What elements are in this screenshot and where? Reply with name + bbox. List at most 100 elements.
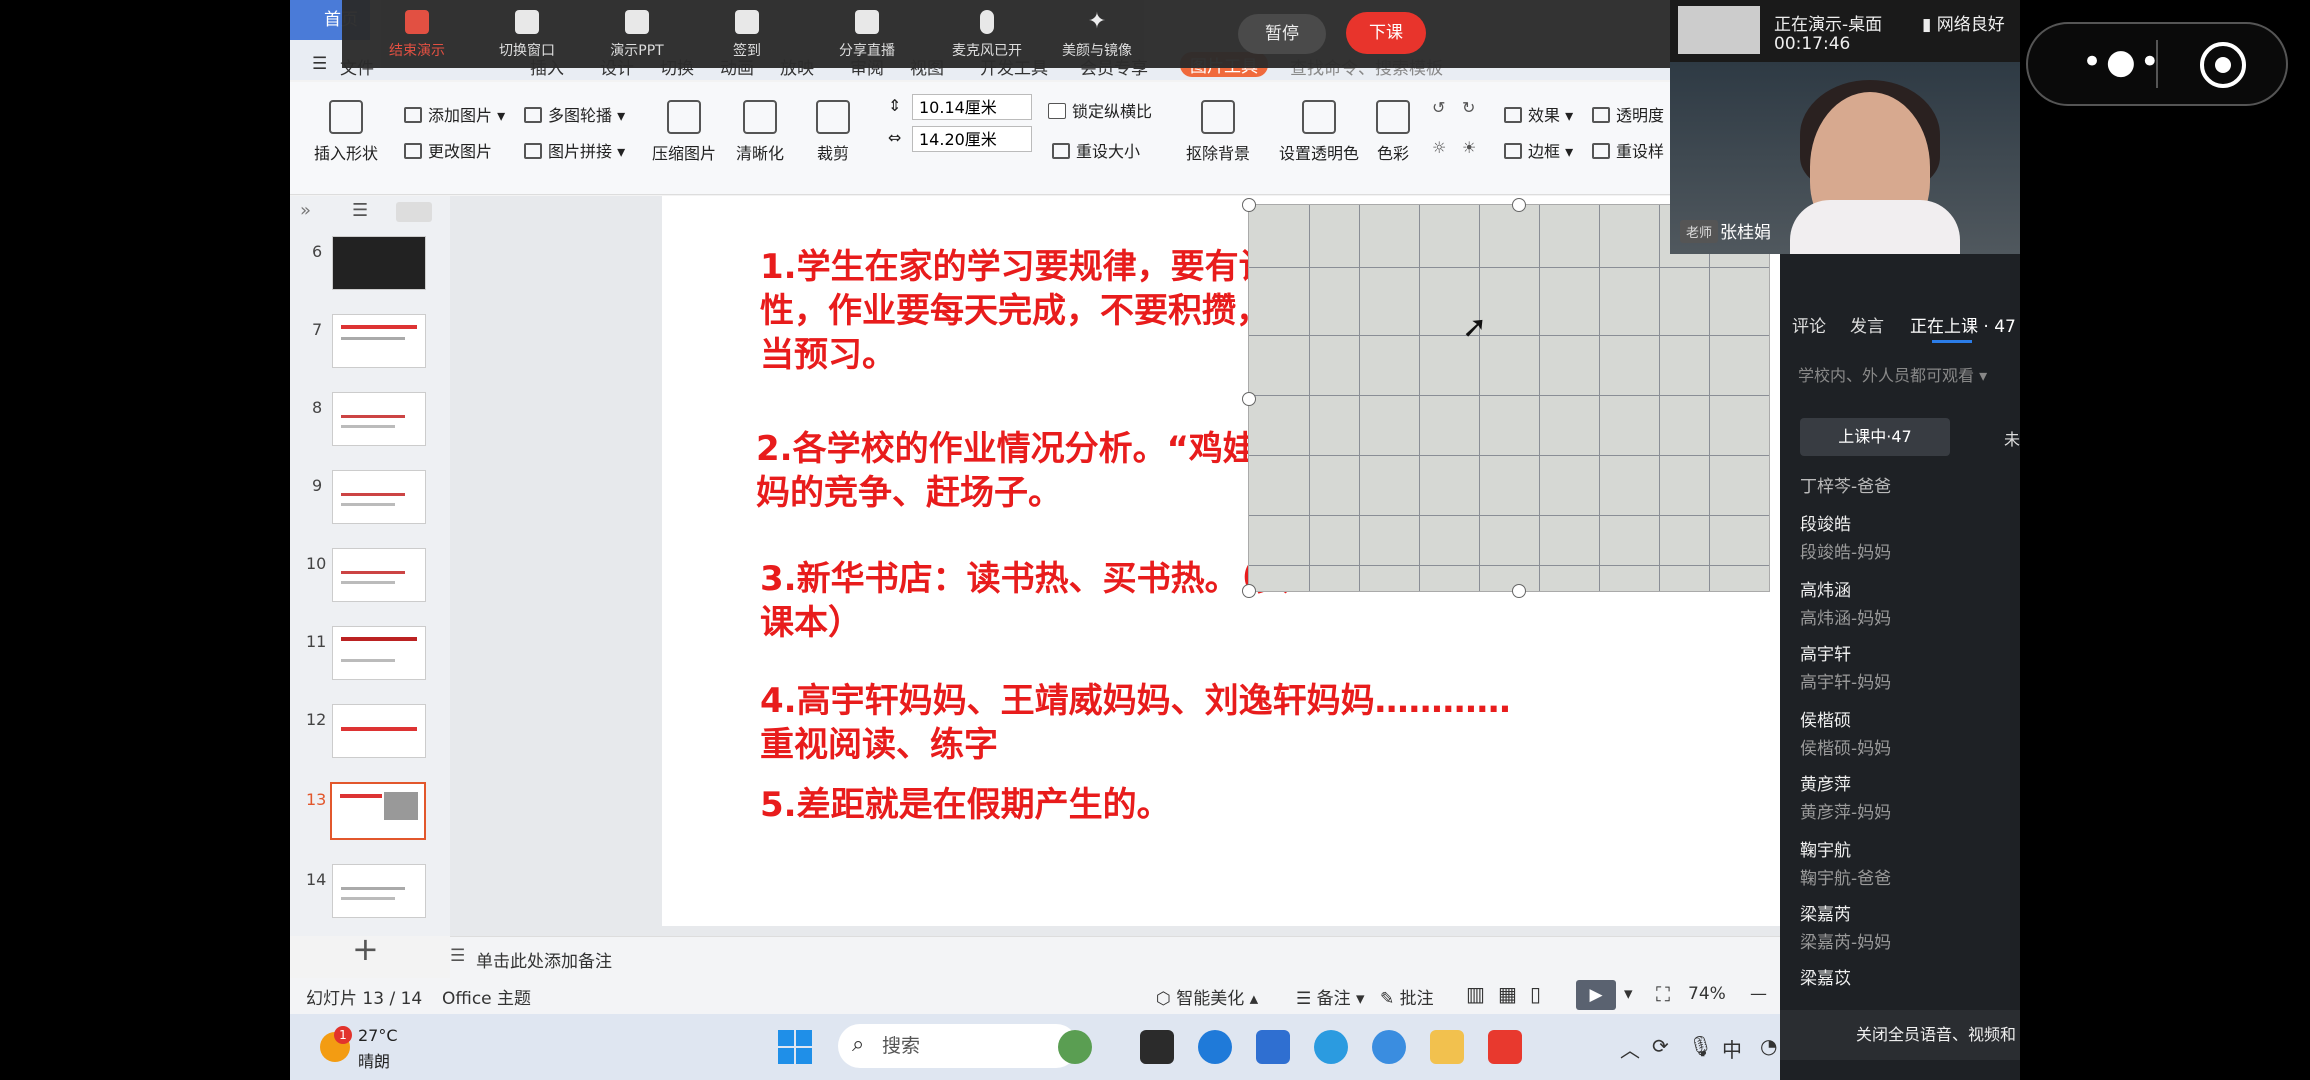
remove-background-button[interactable]: 抠除背景 xyxy=(1178,100,1258,164)
smart-beautify-button[interactable]: ⬡ 智能美化 ▴ xyxy=(1156,984,1258,1009)
slide-text-line[interactable]: 3.新华书店：读书热、买书热。（买 xyxy=(760,556,1290,602)
resize-handle[interactable] xyxy=(1512,584,1526,598)
student-name[interactable]: 高宇轩 xyxy=(1800,640,1851,665)
comments-button[interactable]: ✎ 批注 xyxy=(1380,984,1434,1009)
in-class-filter[interactable]: 上课中·47 xyxy=(1800,418,1950,456)
slide-text-line[interactable]: 5.差距就是在假期产生的。 xyxy=(760,782,1171,828)
picture-collage-button[interactable]: 图片拼接 ▾ xyxy=(524,138,625,162)
slide-thumbnail-8[interactable] xyxy=(332,392,426,446)
lock-ratio-checkbox[interactable]: 锁定纵横比 xyxy=(1048,98,1152,122)
browser-icon[interactable] xyxy=(1314,1030,1348,1064)
crop-button[interactable]: 裁剪 xyxy=(806,100,860,164)
beauty-mirror-button[interactable]: ✦ 美颜与镜像 xyxy=(1042,6,1152,60)
tab-in-class[interactable]: 正在上课 · 47 xyxy=(1910,312,2016,337)
switch-window-button[interactable]: 切换窗口 xyxy=(472,6,582,60)
pause-button[interactable]: 暂停 xyxy=(1238,14,1326,54)
folder-icon[interactable] xyxy=(1430,1030,1464,1064)
network-icon[interactable]: ◔ xyxy=(1760,1034,1777,1058)
effects-button[interactable]: 效果 ▾ xyxy=(1504,102,1573,126)
reset-style-button[interactable]: 重设样 xyxy=(1592,138,1664,162)
microphone-icon[interactable]: 🎙 xyxy=(1688,1034,1713,1058)
slide-text-line[interactable]: 当预习。 xyxy=(760,332,896,378)
more-icon[interactable]: •●• xyxy=(2082,42,2164,82)
landscape-app-icon[interactable] xyxy=(1058,1030,1092,1064)
width-input[interactable]: 10.14厘米 xyxy=(912,94,1032,120)
reset-size-button[interactable]: 重设大小 xyxy=(1052,138,1140,162)
reading-view-icon[interactable]: ▯ xyxy=(1530,982,1541,1006)
close-circle-icon[interactable] xyxy=(2200,42,2246,88)
student-name[interactable]: 段竣皓 xyxy=(1800,510,1851,535)
height-input[interactable]: 14.20厘米 xyxy=(912,126,1032,152)
edge-icon[interactable] xyxy=(1198,1030,1232,1064)
slide-text-line[interactable]: 课本） xyxy=(760,600,862,646)
store-icon[interactable] xyxy=(1256,1030,1290,1064)
student-name[interactable]: 梁嘉芮 xyxy=(1800,900,1851,925)
selected-picture[interactable] xyxy=(1248,204,1770,592)
slide-text-line[interactable]: 重视阅读、练字 xyxy=(760,722,998,768)
resize-handle[interactable] xyxy=(1242,198,1256,212)
resize-handle[interactable] xyxy=(1242,584,1256,598)
add-picture-button[interactable]: 添加图片 ▾ xyxy=(404,102,505,126)
windows-start-icon[interactable] xyxy=(778,1030,812,1064)
thumbnail-view-icon[interactable] xyxy=(396,202,432,222)
student-name[interactable]: 梁嘉苡 xyxy=(1800,964,1851,989)
zoom-level[interactable]: 74% xyxy=(1688,984,1726,1004)
zoom-out-icon[interactable]: — xyxy=(1750,984,1767,1004)
demo-ppt-button[interactable]: 演示PPT xyxy=(582,6,692,60)
slide-text-line[interactable]: 2.各学校的作业情况分析。“鸡娃”妈 xyxy=(756,426,1313,472)
microphone-button[interactable]: 麦克风已开 xyxy=(932,6,1042,60)
fit-window-icon[interactable]: ⛶ xyxy=(1656,982,1670,1006)
not-in-filter[interactable]: 未 xyxy=(2004,426,2020,450)
slide-thumbnail-6[interactable] xyxy=(332,236,426,290)
taskbar-search[interactable]: 搜索 xyxy=(838,1024,1078,1068)
sync-icon[interactable]: ⟳ xyxy=(1652,1034,1669,1058)
slide-text-line[interactable]: 妈的竞争、赶场子。 xyxy=(756,470,1062,516)
screen-preview[interactable] xyxy=(1678,6,1760,54)
ime-indicator[interactable]: 中 xyxy=(1722,1034,1742,1063)
add-slide-button[interactable]: + xyxy=(352,930,379,968)
rotate-right-icon[interactable]: ↻ xyxy=(1462,98,1475,117)
expand-pane-icon[interactable]: » xyxy=(300,200,311,221)
transparency-button[interactable]: 透明度 xyxy=(1592,102,1664,126)
rotate-left-icon[interactable]: ↺ xyxy=(1432,98,1445,117)
tab-comments[interactable]: 评论 xyxy=(1792,312,1826,337)
multi-carousel-button[interactable]: 多图轮播 ▾ xyxy=(524,102,625,126)
color-button[interactable]: 色彩 xyxy=(1368,100,1418,164)
chevron-up-icon[interactable]: ︿ xyxy=(1620,1034,1640,1063)
student-name[interactable]: 高炜涵 xyxy=(1800,576,1851,601)
sorter-view-icon[interactable]: ▦ xyxy=(1498,982,1517,1006)
visibility-dropdown[interactable]: 学校内、外人员都可观看 ▾ xyxy=(1798,362,1987,386)
outline-view-icon[interactable]: ☰ xyxy=(352,200,368,221)
end-class-button[interactable]: 下课 xyxy=(1346,12,1426,54)
student-name[interactable]: 鞠宇航 xyxy=(1800,836,1851,861)
notes-placeholder[interactable]: 单击此处添加备注 xyxy=(476,947,612,972)
wps-icon[interactable] xyxy=(1488,1030,1522,1064)
slide-thumbnail-7[interactable] xyxy=(332,314,426,368)
share-live-button[interactable]: 分享直播 xyxy=(812,6,922,60)
mute-all-button[interactable]: 关闭全员语音、视频和 xyxy=(1780,1010,2020,1060)
chat-icon[interactable] xyxy=(1372,1030,1406,1064)
student-sub[interactable]: 丁梓芩-爸爸 xyxy=(1800,472,1891,497)
sign-in-button[interactable]: 签到 xyxy=(692,6,802,60)
set-transparent-button[interactable]: 设置透明色 xyxy=(1274,100,1364,164)
brightness-down-icon[interactable]: ☀ xyxy=(1462,138,1476,157)
border-button[interactable]: 边框 ▾ xyxy=(1504,138,1573,162)
compress-picture-button[interactable]: 压缩图片 xyxy=(646,100,722,164)
slide-thumbnail-9[interactable] xyxy=(332,470,426,524)
student-name[interactable]: 侯楷硕 xyxy=(1800,706,1851,731)
play-options-icon[interactable]: ▾ xyxy=(1624,984,1633,1004)
slide-thumbnail-11[interactable] xyxy=(332,626,426,680)
notes-button[interactable]: ☰ 备注 ▾ xyxy=(1296,984,1365,1009)
slide-thumbnail-13[interactable] xyxy=(330,782,426,840)
slide-text-line[interactable]: 性，作业要每天完成，不要积攒，适 xyxy=(760,288,1304,334)
insert-shape-button[interactable]: 插入形状 xyxy=(306,100,386,164)
normal-view-icon[interactable]: ▥ xyxy=(1466,982,1485,1006)
menu-icon[interactable]: ☰ xyxy=(312,54,327,74)
slide-thumbnail-14[interactable] xyxy=(332,864,426,918)
play-icon[interactable]: ▶ xyxy=(1576,980,1616,1010)
slide-thumbnail-10[interactable] xyxy=(332,548,426,602)
slide-thumbnail-12[interactable] xyxy=(332,704,426,758)
brightness-up-icon[interactable]: ☼ xyxy=(1432,138,1446,157)
resize-handle[interactable] xyxy=(1242,392,1256,406)
resize-handle[interactable] xyxy=(1512,198,1526,212)
